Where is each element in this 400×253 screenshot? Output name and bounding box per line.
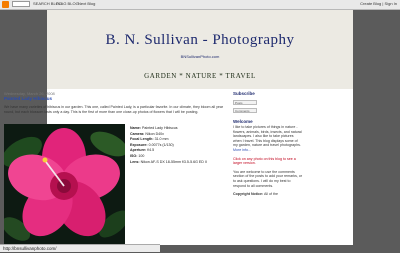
blog-title[interactable]: B. N. Sullivan - Photography [47,32,353,49]
flag-blog-button[interactable]: FLAG BLOG [56,1,79,7]
posts-feed-button[interactable]: Posts [233,99,257,105]
more-info-link[interactable]: More info... [233,148,303,153]
welcome-text: I like to take pictures of things in nat… [233,125,302,148]
hibiscus-photo[interactable] [4,124,125,245]
blog-tagline: GARDEN * NATURE * TRAVEL [144,72,256,80]
blogger-logo-icon[interactable] [2,1,9,8]
blogger-navbar: SEARCH BLOG FLAG BLOG Next Blog Create B… [0,0,400,10]
blog-url-link[interactable]: BNSullivanPhoto.com [47,54,353,59]
spec-row: Lens: Nikon AF-S DX 18-55mm f/3.5-5.6G E… [130,159,207,164]
create-blog-link[interactable]: Create Blog [360,1,381,6]
sidebar: Subscribe Posts Comments Welcome I like … [233,91,303,197]
copyright-notice: Copyright Notice: All of the [233,192,278,197]
search-blog-input[interactable] [12,1,30,7]
post-body: We have many varieties of hibiscus in ou… [4,105,224,114]
next-blog-link[interactable]: Next Blog [78,1,95,7]
navbar-right-links: Create Blog | Sign In [360,1,397,6]
comments-note: You are welcome to use the comments sect… [233,169,303,188]
subscribe-posts[interactable]: Posts [233,99,303,105]
click-photo-note: Click on any photo on this blog to see a… [233,156,296,166]
sign-in-link[interactable]: Sign In [385,1,397,6]
main-column: Wednesday, March 26, 2008 Painted Lady H… [4,91,226,114]
blog-header: B. N. Sullivan - Photography BNSullivanP… [47,10,353,89]
photo-specs: Name: Painted Lady Hibiscus Camera: Niko… [130,126,234,165]
comments-feed-button[interactable]: Comments [233,107,257,113]
hibiscus-photo-image [4,124,125,245]
post-title[interactable]: Painted Lady Hibiscus [4,96,226,102]
browser-status-bar: http://bnsullivanphoto.com/ [0,244,160,252]
subscribe-comments[interactable]: Comments [233,107,303,113]
subscribe-heading: Subscribe [233,91,255,96]
